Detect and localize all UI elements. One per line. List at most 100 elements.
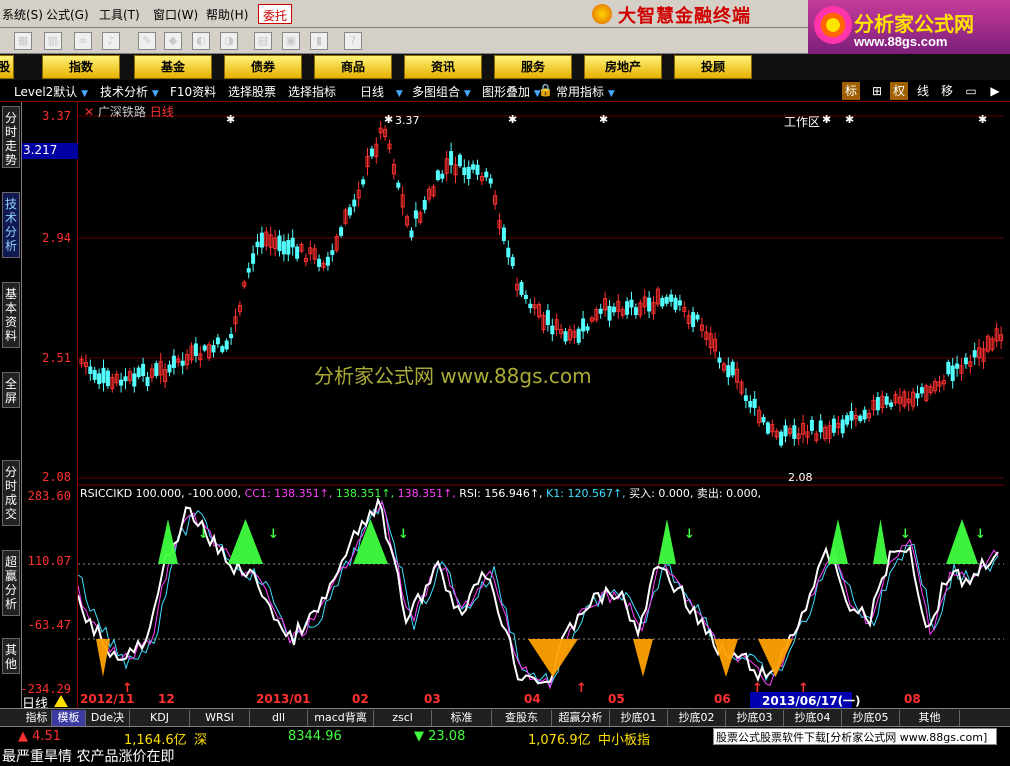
candle-body — [290, 237, 295, 248]
select-indicator-button[interactable]: 选择指标 — [288, 83, 336, 100]
indicator-tab[interactable]: 超赢分析 — [552, 710, 610, 726]
candle-body — [281, 241, 286, 255]
rights-button[interactable]: 权 — [890, 82, 908, 100]
indicator-tab[interactable]: 指标 — [22, 710, 52, 726]
candle-body — [545, 310, 550, 326]
help-cursor-icon[interactable]: ? — [344, 32, 362, 50]
tab-super-analysis[interactable]: 超赢分析 — [2, 550, 20, 616]
indicator-tab[interactable]: 模板 — [52, 710, 86, 726]
tab-other[interactable]: 其他 — [2, 638, 20, 674]
indicator-tab[interactable]: 抄底02 — [668, 710, 726, 726]
nav-bond[interactable]: 债券 — [224, 55, 302, 79]
indicator-values: 100.000, -100.000, CC1: 138.351↑, 138.35… — [136, 487, 761, 500]
indicator-value: 138.351↑, — [394, 487, 456, 500]
binoculars-icon[interactable]: ∞ — [74, 32, 92, 50]
arrow-up-icon: ↑ — [798, 681, 809, 692]
select-stock-button[interactable]: 选择股票 — [228, 83, 276, 100]
nav-index[interactable]: 指数 — [42, 55, 120, 79]
indicator-tab[interactable]: zscl — [374, 710, 432, 726]
indicator-tab[interactable]: 标准 — [432, 710, 492, 726]
indicator-tab[interactable]: 抄底04 — [784, 710, 842, 726]
window-icon[interactable]: ▣ — [282, 32, 300, 50]
current-price-marker: 3.217 — [22, 143, 78, 159]
nav-realestate[interactable]: 房地产 — [584, 55, 662, 79]
mark-button[interactable]: 标 — [842, 82, 860, 100]
news-ticker[interactable]: 最严重旱情 农产品涨价在即 — [0, 746, 1010, 766]
line-button[interactable]: 线 — [914, 82, 932, 100]
analysis-icon[interactable]: ▥ — [44, 32, 62, 50]
swap-icon[interactable]: ◑ — [220, 32, 238, 50]
tab-intraday[interactable]: 分时走势 — [2, 106, 20, 168]
overlay-select[interactable]: 图形叠加 ▼ — [482, 83, 541, 100]
menu-help[interactable]: 帮助(H) — [206, 6, 248, 23]
indicator-header: RSICCIKD 100.000, -100.000, CC1: 138.351… — [80, 485, 761, 501]
tab-fullscreen[interactable]: 全屏 — [2, 372, 20, 408]
candle-body — [884, 396, 889, 405]
candle-body — [105, 370, 110, 387]
window-restore-icon[interactable]: ▭ — [962, 82, 980, 100]
entrust-button[interactable]: 委托 — [258, 4, 293, 24]
nav-fund[interactable]: 基金 — [134, 55, 212, 79]
indicator-tab[interactable]: 其他 — [900, 710, 960, 726]
candle-body — [119, 379, 124, 386]
tab-trades[interactable]: 分时成交 — [2, 460, 20, 526]
move-button[interactable]: 移 — [938, 82, 956, 100]
date-tick: 02 — [352, 692, 369, 706]
candle-body — [246, 268, 251, 273]
tab-technical[interactable]: 技术分析 — [2, 192, 20, 258]
triangle-up-icon[interactable] — [54, 695, 68, 707]
indicator-tab[interactable]: 抄底03 — [726, 710, 784, 726]
nav-commodity[interactable]: 商品 — [314, 55, 392, 79]
indicator-name[interactable]: RSICCIKD — [80, 487, 132, 500]
tech-analysis-select[interactable]: 技术分析 ▼ — [100, 83, 159, 100]
candle-body — [950, 365, 955, 381]
candle-body — [677, 300, 682, 306]
indicator-tab[interactable]: 抄底05 — [842, 710, 900, 726]
lock-icon[interactable]: 🔒 — [538, 83, 553, 97]
menu-tools[interactable]: 工具(T) — [99, 6, 140, 23]
nav-news[interactable]: 资讯 — [404, 55, 482, 79]
nav-service[interactable]: 服务 — [494, 55, 572, 79]
indicator-tab[interactable]: Dde决策 — [86, 710, 130, 740]
period-select[interactable]: 日线 ▼ — [360, 83, 403, 100]
indicator-tab[interactable]: KDJ — [130, 710, 190, 726]
candle-body — [136, 367, 141, 378]
candle-body — [862, 409, 867, 420]
nav-stock[interactable]: 股 — [0, 55, 14, 79]
indicator-tab[interactable]: dll — [250, 710, 308, 726]
books-icon[interactable]: ▮ — [310, 32, 328, 50]
indicator-tab[interactable]: macd背离 — [308, 710, 374, 726]
signal-fill — [158, 519, 178, 564]
indicator-tab[interactable]: 抄底01 — [610, 710, 668, 726]
indicator-tab[interactable]: 查股东 — [492, 710, 552, 726]
bar-chart-icon[interactable]: ▦ — [14, 32, 32, 50]
menu-window[interactable]: 窗口(W) — [153, 6, 198, 23]
candle-body — [286, 240, 291, 255]
crosshair-icon[interactable]: ⊞ — [868, 82, 886, 100]
trade-icon[interactable]: ◐ — [192, 32, 210, 50]
play-icon[interactable]: ▶ — [986, 82, 1004, 100]
alarm-icon[interactable]: ♪ — [102, 32, 120, 50]
multi-chart-select[interactable]: 多图组合 ▼ — [412, 83, 471, 100]
date-tick: 03 — [424, 692, 441, 706]
indicator-tab[interactable]: WRSI — [190, 710, 250, 726]
nav-advisor[interactable]: 投顾 — [674, 55, 752, 79]
ad-banner[interactable]: 股票公式股票软件下载[分析家公式网 www.88gs.com] — [713, 728, 997, 745]
diamond-icon[interactable]: ◆ — [164, 32, 182, 50]
kline-chart[interactable]: ✱ ✱ ✱ ✱ ✱ ✱ ✱ ↓ ↓ ↓ ↓ ↓ ↓ ↑ ↑ ↑ ↑ — [78, 102, 1004, 692]
close-icon[interactable]: ✕ — [84, 105, 94, 119]
candle-body — [523, 294, 528, 299]
menu-system[interactable]: 系统(S) — [2, 6, 43, 23]
f10-button[interactable]: F10资料 — [170, 83, 216, 100]
arrow-up-icon: ↑ — [752, 681, 763, 692]
candle-body — [501, 227, 506, 241]
low-price-label: 2.08 — [788, 471, 813, 484]
menu-formula[interactable]: 公式(G) — [46, 6, 89, 23]
candle-body — [691, 312, 696, 328]
common-indicator-select[interactable]: 常用指标 ▼ — [556, 83, 615, 100]
layout-select[interactable]: Level2默认 ▼ — [14, 83, 88, 100]
note-icon[interactable]: ✎ — [138, 32, 156, 50]
tab-fundamentals[interactable]: 基本资料 — [2, 282, 20, 348]
date-tick: 05 — [608, 692, 625, 706]
print-icon[interactable]: ▤ — [254, 32, 272, 50]
